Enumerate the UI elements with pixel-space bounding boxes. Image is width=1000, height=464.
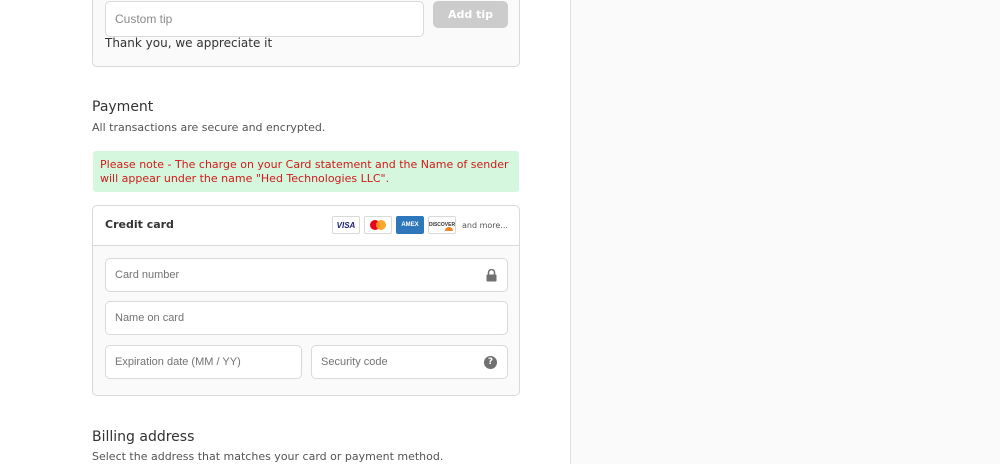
card-number-field[interactable] bbox=[105, 258, 508, 292]
discover-logo: DISCOVER bbox=[428, 216, 456, 234]
and-more-text: and more... bbox=[462, 220, 508, 230]
visa-logo: VISA bbox=[332, 216, 360, 234]
security-code-field[interactable]: ? bbox=[311, 345, 508, 379]
card-logos: VISA AMEX DISCOVER and more... bbox=[332, 216, 508, 234]
add-tip-button[interactable]: Add tip bbox=[433, 1, 508, 28]
mastercard-logo bbox=[364, 216, 392, 234]
custom-tip-input[interactable] bbox=[105, 1, 424, 37]
name-on-card-input[interactable] bbox=[106, 302, 507, 334]
credit-card-header[interactable]: Credit card VISA AMEX DISCOVER and more.… bbox=[93, 206, 519, 246]
billing-subtitle: Select the address that matches your car… bbox=[92, 450, 444, 463]
tip-card: Add tip Thank you, we appreciate it bbox=[92, 0, 520, 67]
credit-card-label: Credit card bbox=[105, 218, 174, 231]
billing-title: Billing address bbox=[92, 429, 195, 445]
credit-card-panel: Credit card VISA AMEX DISCOVER and more.… bbox=[92, 205, 520, 396]
help-icon[interactable]: ? bbox=[484, 356, 497, 369]
payment-title: Payment bbox=[92, 99, 154, 115]
lock-icon bbox=[486, 269, 497, 282]
payment-subtitle: All transactions are secure and encrypte… bbox=[92, 121, 326, 134]
tip-thanks-text: Thank you, we appreciate it bbox=[105, 36, 273, 50]
payment-notice: Please note - The charge on your Card st… bbox=[93, 151, 519, 192]
expiration-date-field[interactable] bbox=[105, 345, 302, 379]
card-number-input[interactable] bbox=[106, 259, 507, 291]
name-on-card-field[interactable] bbox=[105, 301, 508, 335]
order-summary-panel bbox=[570, 0, 1000, 464]
security-code-input[interactable] bbox=[312, 346, 507, 378]
amex-logo: AMEX bbox=[396, 216, 424, 234]
expiration-date-input[interactable] bbox=[106, 346, 301, 378]
